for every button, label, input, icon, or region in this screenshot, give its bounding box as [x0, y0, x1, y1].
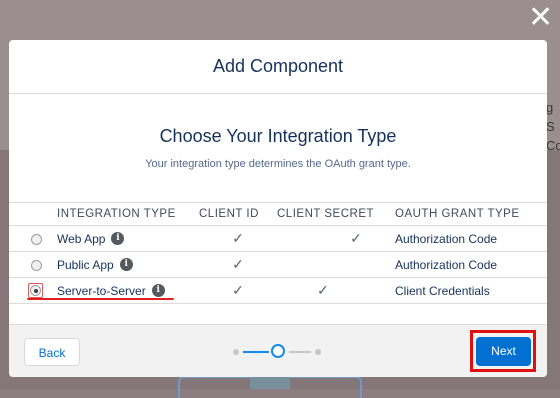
background-text: g S Cq — [546, 98, 560, 155]
section-title: Choose Your Integration Type — [159, 126, 397, 146]
progress-indicator — [233, 344, 323, 360]
info-icon[interactable]: i — [119, 258, 133, 272]
header-oauth-grant-type: OAUTH GRANT TYPE — [395, 202, 547, 226]
check-icon: ✓ — [350, 230, 362, 246]
add-component-modal: Add Component Choose Your Integration Ty… — [9, 40, 547, 377]
radio-selected-outline[interactable] — [28, 283, 43, 299]
section-subtitle: Your integration type determines the OAu… — [145, 158, 411, 170]
header-client-id: CLIENT ID — [199, 202, 277, 226]
oauth-grant-type: Authorization Code — [395, 231, 498, 246]
modal-title: Add Component — [212, 56, 344, 76]
check-icon: ✓ — [317, 282, 329, 298]
progress-step-current — [271, 344, 285, 358]
integration-type-label: Public App — [57, 257, 114, 272]
header-radio-column — [9, 202, 49, 226]
header-client-secret: CLIENT SECRET — [277, 202, 395, 226]
check-icon: ✓ — [232, 230, 244, 246]
progress-step-1 — [233, 349, 239, 355]
progress-step-3 — [315, 349, 321, 355]
info-icon[interactable]: i — [111, 232, 125, 246]
info-icon[interactable]: i — [151, 284, 165, 298]
next-button[interactable]: Next — [476, 337, 531, 366]
annotation-underline — [27, 298, 174, 300]
integration-type-label: Web App — [57, 231, 106, 246]
radio-public-app[interactable] — [31, 259, 42, 271]
oauth-grant-type: Authorization Code — [395, 257, 498, 272]
modal-header: Add Component — [9, 40, 547, 94]
integration-type-table: INTEGRATION TYPE CLIENT ID CLIENT SECRET… — [9, 202, 547, 304]
radio-server-to-server[interactable] — [30, 285, 41, 297]
progress-line-pending — [289, 351, 311, 353]
back-button[interactable]: Back — [24, 338, 80, 366]
background-text-line: g S — [546, 100, 555, 134]
header-integration-type: INTEGRATION TYPE — [49, 202, 199, 226]
background-text-line: Cq — [546, 138, 560, 153]
background-component-inner — [250, 377, 290, 389]
check-icon: ✓ — [232, 256, 244, 272]
table-row[interactable]: Public App i ✓ Authorization Code — [9, 251, 547, 278]
modal-footer: Back Next — [9, 324, 547, 377]
oauth-grant-type: Client Credentials — [395, 283, 490, 298]
close-icon[interactable]: ✕ — [528, 3, 553, 33]
check-icon: ✓ — [232, 282, 244, 298]
integration-type-label: Server-to-Server — [57, 283, 146, 298]
table-header-row: INTEGRATION TYPE CLIENT ID CLIENT SECRET… — [9, 202, 547, 226]
table-row[interactable]: Web App i ✓ ✓ Authorization Code — [9, 225, 547, 252]
progress-line-complete — [243, 351, 269, 353]
radio-web-app[interactable] — [31, 233, 42, 245]
